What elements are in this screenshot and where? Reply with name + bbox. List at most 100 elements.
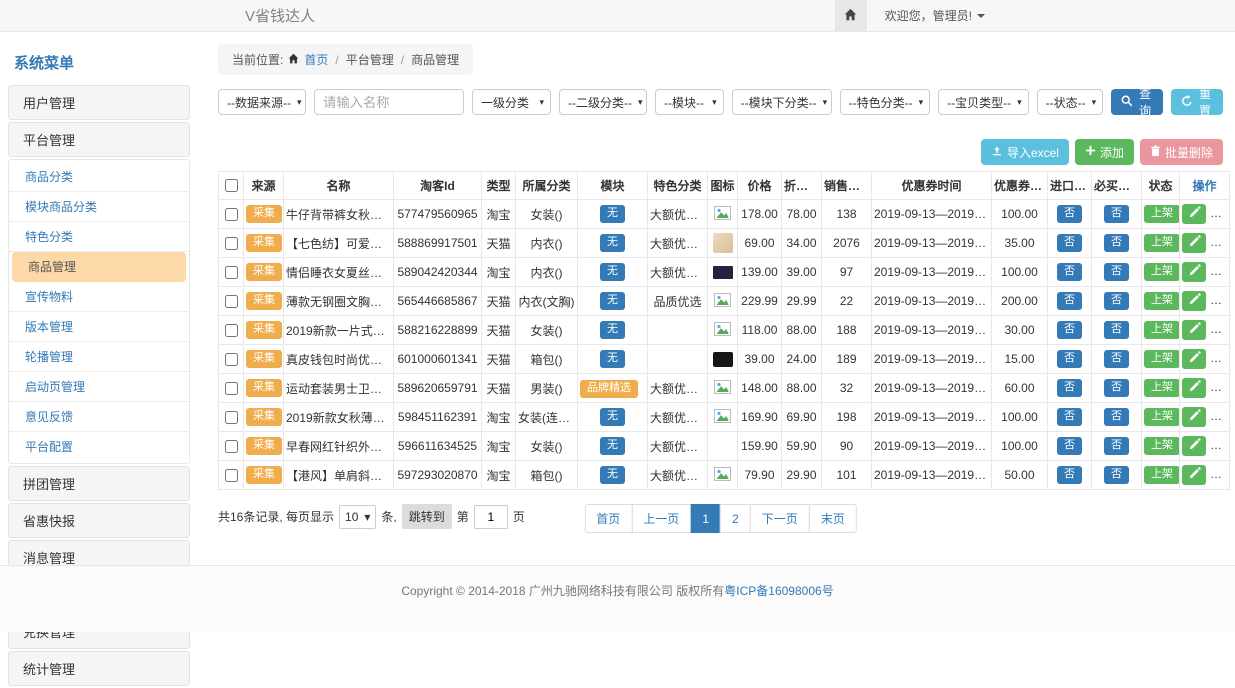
add-button[interactable]: 添加 [1075,139,1134,165]
batch-delete-button[interactable]: 批量删除 [1140,139,1223,165]
sidebar-item-10[interactable]: 意见反馈 [9,402,189,432]
must-buy-toggle[interactable]: 否 [1104,466,1129,483]
row-checkbox[interactable] [225,469,238,482]
user-menu[interactable]: 欢迎您，管理员! [885,7,985,24]
edit-button[interactable] [1182,465,1206,485]
status-badge[interactable]: 上架 [1144,321,1180,338]
import-select-toggle[interactable]: 否 [1057,234,1082,251]
filter-source-select[interactable]: --数据来源--▾ [218,89,306,115]
sidebar-section-12[interactable]: 拼团管理 [8,466,190,501]
module-badge: 无 [600,408,625,425]
edit-button[interactable] [1182,291,1206,311]
page-button-3[interactable]: 2 [720,504,751,533]
import-select-toggle[interactable]: 否 [1057,408,1082,425]
sidebar-section-1[interactable]: 平台管理 [8,122,190,157]
status-badge[interactable]: 上架 [1144,234,1180,251]
import-select-toggle[interactable]: 否 [1057,292,1082,309]
row-checkbox[interactable] [225,324,238,337]
edit-button[interactable] [1182,233,1206,253]
must-buy-toggle[interactable]: 否 [1104,234,1129,251]
sidebar-item-5[interactable]: 商品管理 [12,252,186,282]
sales-count: 189 [822,345,872,374]
edit-button[interactable] [1182,407,1206,427]
status-badge[interactable]: 上架 [1144,292,1180,309]
home-button[interactable] [835,0,867,32]
icp-link[interactable]: 粤ICP备16098006号 [724,584,833,598]
must-buy-toggle[interactable]: 否 [1104,408,1129,425]
column-header: 特色分类 [648,172,708,200]
reset-button[interactable]: 重置 [1171,89,1223,115]
must-buy-toggle[interactable]: 否 [1104,379,1129,396]
filter-category-l1-select[interactable]: 一级分类▾ [472,89,551,115]
filter-module-sub-select[interactable]: --模块下分类--▾ [732,89,832,115]
import-select-toggle[interactable]: 否 [1057,350,1082,367]
import-excel-button[interactable]: 导入excel [981,139,1069,165]
must-buy-toggle[interactable]: 否 [1104,321,1129,338]
must-buy-toggle[interactable]: 否 [1104,437,1129,454]
filter-item-type-select[interactable]: --宝贝类型--▾ [938,89,1029,115]
sidebar-item-4[interactable]: 特色分类 [9,222,189,252]
status-badge[interactable]: 上架 [1144,350,1180,367]
sidebar-section-17[interactable]: 统计管理 [8,651,190,686]
sidebar-item-6[interactable]: 宣传物料 [9,282,189,312]
row-checkbox[interactable] [225,266,238,279]
status-badge[interactable]: 上架 [1144,205,1180,222]
sidebar-item-11[interactable]: 平台配置 [9,432,189,461]
import-select-toggle[interactable]: 否 [1057,205,1082,222]
row-checkbox[interactable] [225,353,238,366]
row-checkbox[interactable] [225,440,238,453]
edit-button[interactable] [1182,262,1206,282]
sidebar-item-3[interactable]: 模块商品分类 [9,192,189,222]
edit-button[interactable] [1182,204,1206,224]
jump-button[interactable]: 跳转到 [402,504,452,529]
status-badge[interactable]: 上架 [1144,466,1180,483]
edit-button[interactable] [1182,349,1206,369]
filter-name-input[interactable] [314,89,464,115]
edit-button[interactable] [1182,320,1206,340]
must-buy-toggle[interactable]: 否 [1104,205,1129,222]
import-select-toggle[interactable]: 否 [1057,379,1082,396]
sidebar-section-13[interactable]: 省惠快报 [8,503,190,538]
query-button[interactable]: 查询 [1111,89,1163,115]
row-checkbox[interactable] [225,295,238,308]
edit-button[interactable] [1182,436,1206,456]
import-select-toggle[interactable]: 否 [1057,466,1082,483]
page-button-0[interactable]: 首页 [584,504,632,533]
row-checkbox[interactable] [225,411,238,424]
sidebar-item-7[interactable]: 版本管理 [9,312,189,342]
sidebar-item-8[interactable]: 轮播管理 [9,342,189,372]
breadcrumb-home-link[interactable]: 首页 [304,51,328,68]
select-all-checkbox[interactable] [225,179,238,192]
coupon-amount: 200.00 [992,287,1048,316]
page-button-2[interactable]: 1 [690,504,721,533]
must-buy-toggle[interactable]: 否 [1104,350,1129,367]
filter-status-select[interactable]: --状态--▾ [1037,89,1104,115]
page-button-5[interactable]: 末页 [809,504,857,533]
edit-button[interactable] [1182,378,1206,398]
status-badge[interactable]: 上架 [1144,408,1180,425]
import-select-toggle[interactable]: 否 [1057,437,1082,454]
sidebar-section-0[interactable]: 用户管理 [8,85,190,120]
filter-category-l2-select[interactable]: --二级分类--▾ [559,89,647,115]
table-row: 采集真皮钱包时尚优雅女士...601000601341天猫箱包()无39.002… [219,345,1230,374]
import-select-toggle[interactable]: 否 [1057,321,1082,338]
row-checkbox[interactable] [225,237,238,250]
status-badge[interactable]: 上架 [1144,379,1180,396]
broken-image-icon [714,293,731,310]
row-checkbox[interactable] [225,382,238,395]
must-buy-toggle[interactable]: 否 [1104,292,1129,309]
per-page-select[interactable]: 10 ▾ [339,505,376,529]
row-checkbox[interactable] [225,208,238,221]
filter-module-select[interactable]: --模块--▾ [655,89,724,115]
source-badge: 采集 [246,292,282,309]
page-button-4[interactable]: 下一页 [750,504,810,533]
sidebar-item-9[interactable]: 启动页管理 [9,372,189,402]
filter-feature-select[interactable]: --特色分类--▾ [840,89,931,115]
status-badge[interactable]: 上架 [1144,263,1180,280]
status-badge[interactable]: 上架 [1144,437,1180,454]
jump-page-input[interactable] [474,505,508,529]
import-select-toggle[interactable]: 否 [1057,263,1082,280]
must-buy-toggle[interactable]: 否 [1104,263,1129,280]
sidebar-item-2[interactable]: 商品分类 [9,162,189,192]
page-button-1[interactable]: 上一页 [631,504,691,533]
